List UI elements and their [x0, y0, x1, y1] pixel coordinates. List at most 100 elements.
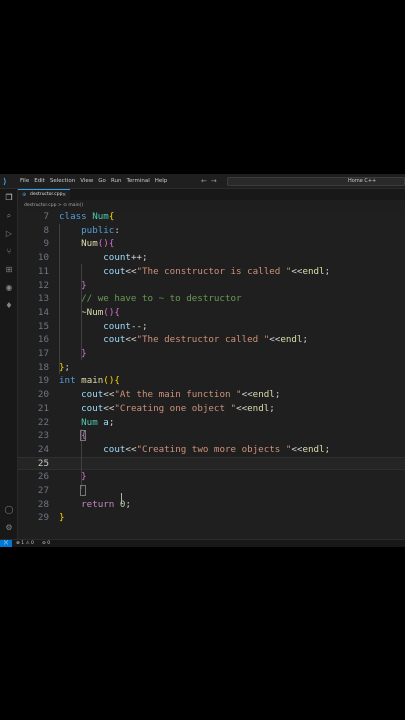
indent-guide	[59, 224, 60, 374]
line-number: 24	[37, 443, 49, 455]
line-code: cout<<"At the main function "<<endl;	[81, 389, 281, 401]
line-number: 29	[37, 512, 49, 524]
nav-arrows[interactable]: ←→	[201, 174, 221, 189]
line-code: cout<<"The destructor called "<<endl;	[103, 334, 309, 346]
code-line[interactable]: 11 cout<<"The constructor is called "<<e…	[18, 265, 405, 279]
code-line[interactable]: 7 class Num{	[18, 210, 405, 224]
code-line[interactable]: 13 // we have to ~ to destructor	[18, 292, 405, 306]
code-line[interactable]: 24 cout<<"Creating two more objects "<<e…	[18, 443, 405, 457]
code-line[interactable]: 9 Num(){	[18, 237, 405, 251]
search-icon[interactable]: ⌕	[4, 211, 14, 221]
run-debug-icon[interactable]: ▷	[4, 229, 14, 239]
line-code: public:	[81, 224, 120, 236]
bracket-match-close	[80, 485, 86, 496]
line-number: 17	[37, 348, 49, 359]
line-code: class Num{	[59, 211, 115, 222]
indent-guide	[81, 264, 82, 360]
command-center-search[interactable]	[227, 177, 405, 186]
menu-run[interactable]: Run	[111, 174, 122, 189]
line-code: // we have to ~ to destructor	[81, 293, 242, 305]
line-number: 10	[37, 252, 49, 264]
bracket-match-open	[80, 430, 86, 441]
line-number: 28	[37, 498, 49, 510]
close-icon[interactable]: ×	[62, 190, 66, 200]
menu-terminal[interactable]: Terminal	[126, 174, 149, 189]
line-code: int main(){	[59, 375, 120, 387]
line-code: cout<<"The constructor is called "<<endl…	[103, 265, 331, 277]
activity-bar: ❐ ⌕ ▷ ⑂ ⊞ ◉ ♦ ◯ ⚙	[0, 189, 18, 540]
line-code: }	[81, 348, 87, 359]
code-line[interactable]: 12 }	[18, 279, 405, 293]
code-line[interactable]: 15 count--;	[18, 320, 405, 334]
explorer-icon[interactable]: ❐	[4, 193, 14, 203]
line-number: 14	[37, 306, 49, 318]
line-number: 19	[37, 375, 49, 387]
line-code: }	[81, 471, 87, 483]
remote-icon[interactable]: ◉	[4, 283, 14, 293]
line-code: cout<<"Creating one object "<<endl;	[81, 402, 275, 414]
code-line[interactable]: 22 Num a;	[18, 416, 405, 430]
vscode-logo-icon: ⟩	[3, 177, 7, 186]
menu-go[interactable]: Go	[98, 174, 106, 189]
account-icon[interactable]: ◯	[4, 505, 14, 515]
status-bar: ⟩⟨ ⊗ 1 ⚠ 0 ⊘ 0	[0, 539, 405, 547]
breadcrumb[interactable]: destructor.cpp > ⊙ main()	[24, 202, 83, 210]
text-cursor	[121, 493, 122, 504]
problems-count[interactable]: ⊗ 1 ⚠ 0	[16, 540, 34, 547]
code-line[interactable]: 25	[18, 456, 405, 471]
tab-label: destructor.cpp	[30, 192, 63, 197]
line-number: 16	[37, 334, 49, 346]
code-line[interactable]: 20 cout<<"At the main function "<<endl;	[18, 388, 405, 402]
code-line[interactable]: 16 cout<<"The destructor called "<<endl;	[18, 333, 405, 347]
title-bar: ⟩ File Edit Selection View Go Run Terminal Help…	[0, 174, 405, 189]
code-line[interactable]: 19 int main(){	[18, 374, 405, 388]
search-label: Home C++	[348, 178, 377, 184]
menu-file[interactable]: File	[20, 174, 29, 189]
line-code: cout<<"Creating two more objects "<<endl…	[103, 443, 331, 455]
code-line[interactable]: 10 count++;	[18, 251, 405, 265]
line-code: count++;	[103, 252, 148, 264]
menu-edit[interactable]: Edit	[34, 174, 45, 189]
line-number: 15	[37, 320, 49, 332]
line-number: 23	[37, 430, 49, 442]
code-line[interactable]: 18};	[18, 361, 405, 375]
settings-gear-icon[interactable]: ⚙	[4, 523, 14, 533]
line-number: 9	[43, 238, 49, 250]
tab-bar: ⊕ destructor.cpp ×	[18, 189, 405, 200]
line-number: 12	[37, 279, 49, 291]
menu-selection[interactable]: Selection	[50, 174, 75, 189]
line-code: Num a;	[81, 416, 115, 428]
menu-help[interactable]: Help	[155, 174, 168, 189]
extensions-icon[interactable]: ⊞	[4, 265, 14, 275]
tab-destructor-cpp[interactable]: ⊕ destructor.cpp ×	[18, 189, 70, 200]
code-line[interactable]: 21 cout<<"Creating one object "<<endl;	[18, 402, 405, 416]
code-line[interactable]: 23 {	[18, 429, 405, 443]
code-line[interactable]: 26 }	[18, 470, 405, 484]
code-line[interactable]: 8 public:	[18, 224, 405, 238]
line-number: 25	[37, 457, 49, 469]
code-line[interactable]: 17 }	[18, 347, 405, 361]
line-number: 21	[37, 402, 49, 414]
code-editor[interactable]: 29} 28 return 0; 27 26 } 25 24 cout<<"Creati…	[18, 210, 405, 540]
line-number: 11	[37, 265, 49, 277]
remote-indicator-icon[interactable]: ⟩⟨	[0, 540, 12, 547]
line-code: }	[81, 279, 87, 291]
leaf-icon[interactable]: ♦	[4, 301, 14, 311]
code-line[interactable]: 29}	[18, 511, 405, 525]
menu-view[interactable]: View	[80, 174, 93, 189]
code-line[interactable]: 28 return 0;	[18, 498, 405, 512]
line-number: 27	[37, 485, 49, 496]
cpp-file-icon: ⊕	[22, 192, 27, 198]
line-number: 20	[37, 389, 49, 401]
line-code: ~Num(){	[59, 306, 120, 318]
ports-count[interactable]: ⊘ 0	[42, 540, 50, 547]
line-code: count--;	[103, 320, 148, 332]
line-code: }	[59, 512, 65, 524]
line-number: 7	[43, 211, 49, 222]
line-number: 18	[37, 361, 49, 373]
source-control-icon[interactable]: ⑂	[4, 247, 14, 257]
menu-bar: File Edit Selection View Go Run Terminal Help	[20, 174, 167, 189]
code-line[interactable]: 27	[18, 484, 405, 498]
line-code: };	[59, 361, 71, 373]
code-line[interactable]: 14 ~Num(){	[18, 306, 405, 320]
